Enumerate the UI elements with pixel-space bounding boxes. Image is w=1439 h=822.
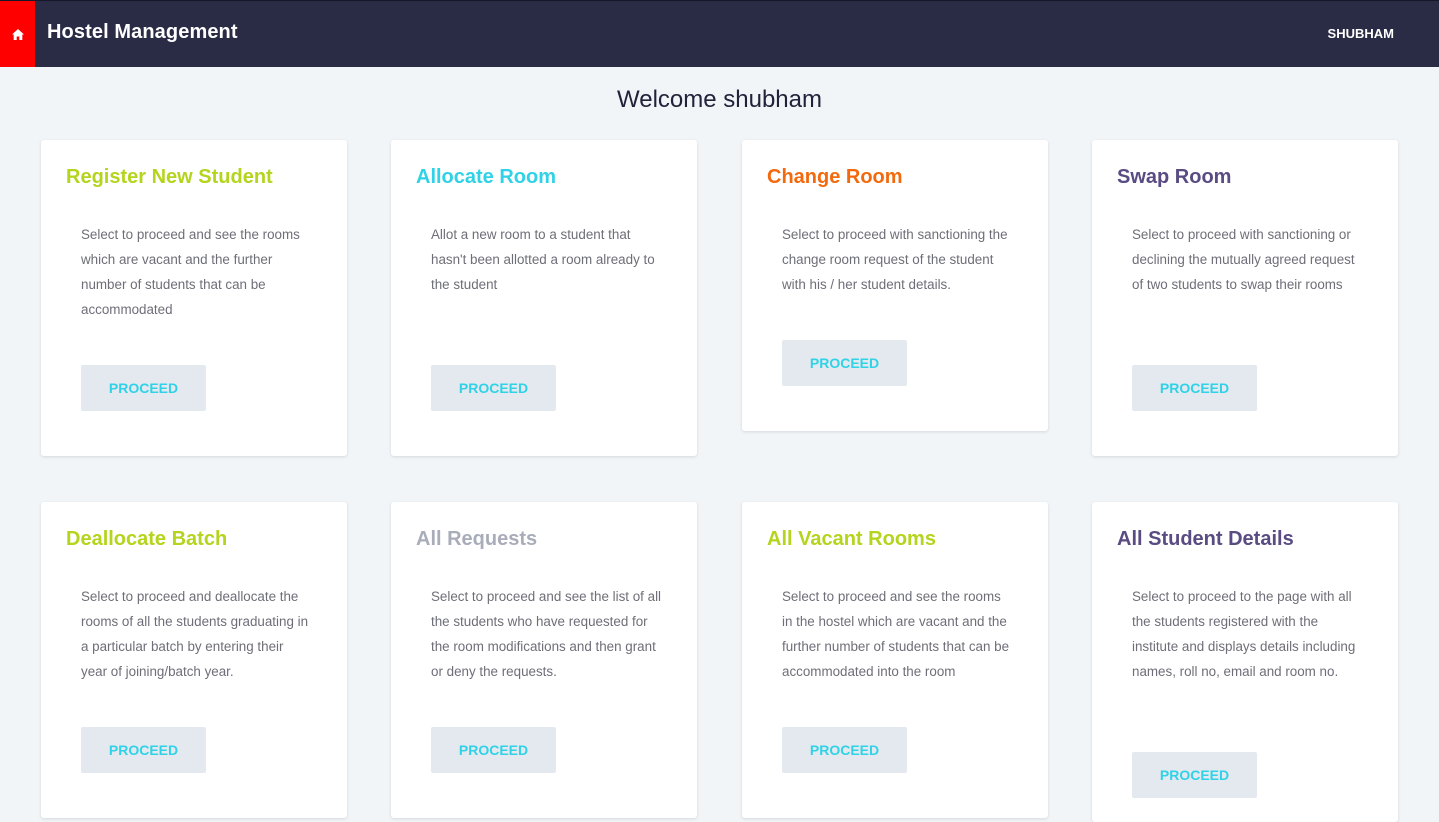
proceed-button-deallocate-batch[interactable]: PROCEED: [81, 727, 206, 773]
card-all-student-details: All Student Details Select to proceed to…: [1092, 502, 1398, 822]
card-all-vacant-rooms: All Vacant Rooms Select to proceed and s…: [742, 502, 1048, 818]
navbar: Hostel Management SHUBHAM: [0, 0, 1439, 67]
home-button[interactable]: [0, 1, 35, 67]
proceed-button-swap-room[interactable]: PROCEED: [1132, 365, 1257, 411]
card-deallocate-batch: Deallocate Batch Select to proceed and d…: [41, 502, 347, 818]
card-all-requests: All Requests Select to proceed and see t…: [391, 502, 697, 818]
card-title: Deallocate Batch: [66, 528, 228, 550]
card-title: All Vacant Rooms: [767, 528, 936, 550]
user-menu[interactable]: SHUBHAM: [1328, 26, 1394, 41]
card-change-room: Change Room Select to proceed with sanct…: [742, 140, 1048, 431]
card-title: Change Room: [767, 166, 903, 188]
card-register-new-student: Register New Student Select to proceed a…: [41, 140, 347, 456]
card-description: Select to proceed and see the list of al…: [431, 589, 662, 679]
brand-title[interactable]: Hostel Management: [47, 21, 238, 44]
card-description: Select to proceed and see the rooms whic…: [81, 227, 300, 317]
card-allocate-room: Allocate Room Allot a new room to a stud…: [391, 140, 697, 456]
home-icon: [11, 28, 24, 40]
card-description: Select to proceed with sanctioning the c…: [782, 227, 1008, 292]
welcome-heading: Welcome shubham: [617, 86, 822, 113]
card-description: Select to proceed with sanctioning or de…: [1132, 227, 1355, 292]
card-title: Swap Room: [1117, 166, 1232, 188]
proceed-button-change-room[interactable]: PROCEED: [782, 340, 907, 386]
card-title: Register New Student: [66, 166, 273, 188]
card-description: Select to proceed and see the rooms in t…: [782, 589, 1010, 679]
proceed-button-all-student-details[interactable]: PROCEED: [1132, 752, 1257, 798]
proceed-button-register-new-student[interactable]: PROCEED: [81, 365, 206, 411]
card-title: All Requests: [416, 528, 538, 550]
card-description: Select to proceed to the page with all t…: [1132, 589, 1356, 679]
card-title: Allocate Room: [416, 166, 557, 188]
card-title: All Student Details: [1117, 528, 1294, 550]
proceed-button-all-vacant-rooms[interactable]: PROCEED: [782, 727, 907, 773]
card-swap-room: Swap Room Select to proceed with sanctio…: [1092, 140, 1398, 456]
card-description: Select to proceed and deallocate the roo…: [81, 589, 309, 679]
proceed-button-all-requests[interactable]: PROCEED: [431, 727, 556, 773]
proceed-button-allocate-room[interactable]: PROCEED: [431, 365, 556, 411]
card-description: Allot a new room to a student that hasn'…: [431, 227, 655, 292]
